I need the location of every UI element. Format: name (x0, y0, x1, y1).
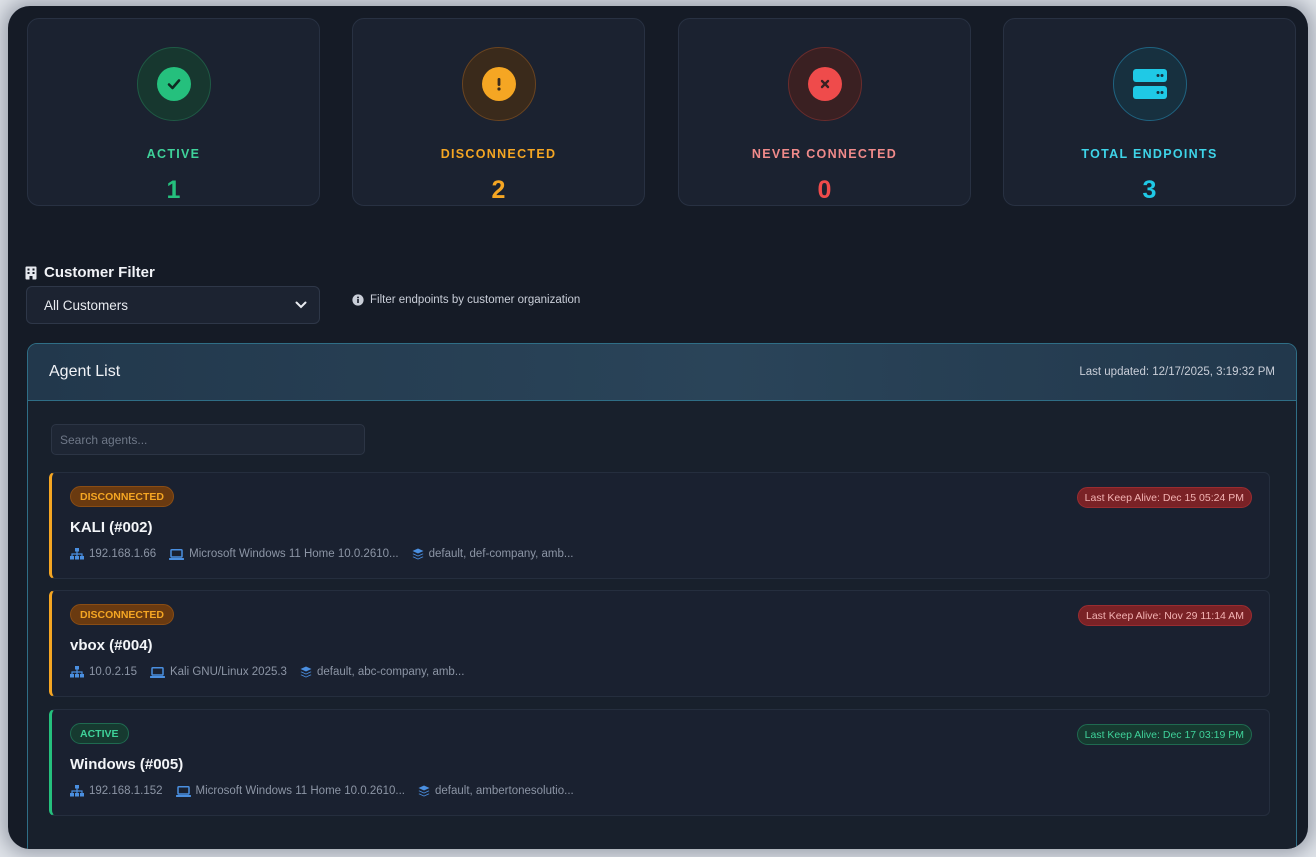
keep-alive-badge: Last Keep Alive: Dec 17 03:19 PM (1076, 724, 1252, 745)
filter-hint: Filter endpoints by customer organizatio… (352, 294, 580, 306)
laptop-icon (175, 785, 191, 797)
agent-name: KALI (#002) (70, 519, 153, 536)
agent-card[interactable]: DISCONNECTED Last Keep Alive: Dec 15 05:… (49, 472, 1270, 579)
layers-icon (412, 548, 424, 560)
search-agents-input[interactable] (51, 424, 365, 455)
layers-icon (300, 666, 312, 678)
stat-card-disconnected[interactable]: DISCONNECTED 2 (352, 18, 645, 206)
layers-icon (418, 785, 430, 797)
status-badge: DISCONNECTED (70, 604, 175, 625)
last-updated: Last updated: 12/17/2025, 3:19:32 PM (1079, 366, 1275, 378)
agent-groups: default, ambertonesolutio... (418, 785, 574, 797)
x-circle-icon (787, 47, 862, 121)
agent-groups: default, abc-company, amb... (300, 666, 464, 678)
agent-list-panel: Agent List Last updated: 12/17/2025, 3:1… (27, 343, 1297, 849)
stat-card-total-endpoints[interactable]: TOTAL ENDPOINTS 3 (1003, 18, 1296, 206)
customer-filter-label: Customer Filter (44, 264, 155, 281)
agent-list-title: Agent List (49, 363, 121, 380)
stat-label: TOTAL ENDPOINTS (1081, 147, 1218, 161)
laptop-icon (169, 548, 185, 560)
agent-name: Windows (#005) (70, 756, 184, 773)
network-icon (70, 548, 84, 560)
customer-select-value: All Customers (44, 297, 129, 313)
filter-hint-text: Filter endpoints by customer organizatio… (370, 294, 581, 306)
agent-meta: 10.0.2.15 Kali GNU/Linux 2025.3 default,… (70, 666, 464, 678)
agent-os: Microsoft Windows 11 Home 10.0.2610... (175, 785, 405, 797)
stat-label: DISCONNECTED (440, 147, 557, 161)
agent-meta: 192.168.1.152 Microsoft Windows 11 Home … (70, 785, 574, 797)
customer-select[interactable]: All Customers (26, 286, 320, 324)
exclamation-circle-icon (461, 47, 536, 121)
keep-alive-badge: Last Keep Alive: Nov 29 11:14 AM (1078, 605, 1252, 626)
building-icon (25, 266, 37, 280)
stat-value: 2 (491, 176, 506, 204)
agent-meta: 192.168.1.66 Microsoft Windows 11 Home 1… (70, 548, 573, 560)
laptop-icon (149, 666, 165, 678)
agent-list-header: Agent List Last updated: 12/17/2025, 3:1… (28, 344, 1296, 401)
check-circle-icon (136, 47, 211, 121)
server-icon (1112, 47, 1187, 121)
stat-label: NEVER CONNECTED (751, 147, 898, 161)
stat-value: 3 (1142, 176, 1157, 204)
agent-card[interactable]: ACTIVE Last Keep Alive: Dec 17 03:19 PM … (49, 709, 1270, 816)
status-badge: ACTIVE (70, 723, 129, 744)
stat-value: 1 (166, 176, 181, 204)
customer-filter-title: Customer Filter (25, 264, 155, 281)
keep-alive-badge: Last Keep Alive: Dec 15 05:24 PM (1076, 487, 1252, 508)
status-badge: DISCONNECTED (70, 486, 175, 507)
stat-card-active[interactable]: ACTIVE 1 (27, 18, 320, 206)
network-icon (70, 666, 84, 678)
stat-card-never-connected[interactable]: NEVER CONNECTED 0 (678, 18, 971, 206)
agent-ip: 10.0.2.15 (70, 666, 137, 678)
info-icon (352, 294, 364, 306)
agent-os: Microsoft Windows 11 Home 10.0.2610... (169, 548, 399, 560)
dashboard-window: ACTIVE 1 DISCONNECTED 2 NEVER CONNECTED … (8, 6, 1308, 849)
agent-name: vbox (#004) (70, 637, 153, 654)
agent-ip: 192.168.1.66 (70, 548, 156, 560)
agent-card[interactable]: DISCONNECTED Last Keep Alive: Nov 29 11:… (49, 590, 1270, 697)
chevron-down-icon (295, 301, 307, 309)
network-icon (70, 785, 84, 797)
agent-ip: 192.168.1.152 (70, 785, 163, 797)
agent-os: Kali GNU/Linux 2025.3 (149, 666, 287, 678)
agent-groups: default, def-company, amb... (412, 548, 573, 560)
stat-label: ACTIVE (146, 147, 201, 161)
stat-value: 0 (817, 176, 832, 204)
